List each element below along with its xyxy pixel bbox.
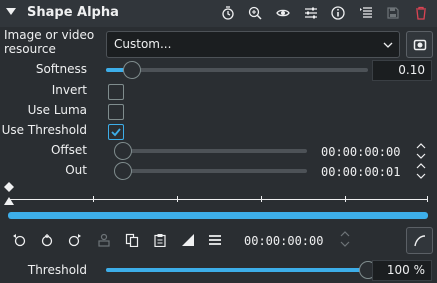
out-spin-icon[interactable]: [415, 161, 427, 181]
ruler-tick: [261, 196, 262, 202]
softness-handle[interactable]: [123, 61, 142, 79]
paste-icon[interactable]: [153, 233, 167, 247]
offset-handle[interactable]: [114, 142, 132, 160]
out-timecode[interactable]: 00:00:00:01: [321, 165, 400, 179]
ruler-tick: [345, 196, 346, 202]
save-icon[interactable]: [386, 6, 400, 20]
sliders-icon[interactable]: [304, 6, 318, 20]
mask-icon: [413, 39, 427, 51]
resource-combo-value: Custom...: [114, 37, 172, 51]
softness-value[interactable]: 0.10: [372, 60, 432, 81]
resource-combo[interactable]: Custom...: [106, 31, 400, 58]
previous-keyframe-icon[interactable]: [12, 233, 26, 247]
effect-header: Shape Alpha: [0, 0, 437, 27]
curve-icon: [414, 235, 426, 247]
add-keyframe-icon[interactable]: [40, 233, 54, 247]
curve-button[interactable]: [406, 227, 433, 254]
checkmark-icon: [111, 128, 121, 137]
copy-icon[interactable]: [125, 233, 139, 247]
info-icon[interactable]: [331, 6, 345, 20]
offset-spin-icon[interactable]: [415, 141, 427, 161]
threshold-label: Threshold: [27, 263, 87, 277]
keyframe-marker-icon[interactable]: [3, 181, 15, 193]
resource-options-button[interactable]: [406, 31, 433, 58]
ramp-icon[interactable]: [181, 233, 195, 247]
softness-label: Softness: [35, 62, 87, 76]
out-track[interactable]: [117, 169, 307, 173]
threshold-fill: [106, 268, 368, 272]
keyframe-timecode[interactable]: 00:00:00:00: [244, 234, 323, 248]
next-keyframe-icon[interactable]: [68, 233, 82, 247]
zoom-icon[interactable]: [248, 6, 262, 20]
playhead-icon[interactable]: [3, 196, 15, 206]
effect-title: Shape Alpha: [27, 5, 119, 20]
invert-checkbox[interactable]: [108, 84, 124, 100]
out-handle[interactable]: [114, 162, 132, 180]
offset-track[interactable]: [117, 149, 307, 153]
use-luma-label: Use Luma: [27, 103, 87, 117]
ruler-tick: [177, 196, 178, 202]
invert-label: Invert: [51, 83, 87, 97]
chevron-down-icon: [383, 42, 393, 48]
resource-label: Image or video resource: [4, 28, 95, 56]
trash-icon[interactable]: [414, 6, 428, 20]
keyframe-spin-icon[interactable]: [339, 229, 351, 249]
timer-icon[interactable]: [221, 6, 235, 20]
offset-label: Offset: [50, 143, 87, 157]
collapse-arrow-icon[interactable]: [6, 8, 16, 15]
lock-icon[interactable]: [97, 233, 111, 247]
ruler-tick: [427, 196, 428, 202]
offset-timecode[interactable]: 00:00:00:00: [321, 145, 400, 159]
threshold-value[interactable]: 100 %: [372, 260, 432, 281]
ruler-tick: [93, 196, 94, 202]
softness-track[interactable]: [106, 68, 368, 72]
eye-icon[interactable]: [276, 6, 290, 20]
out-label: Out: [65, 163, 87, 177]
effect-panel: Shape Alpha Image or video resource Cust…: [0, 0, 437, 283]
use-threshold-label: Use Threshold: [1, 123, 87, 137]
timeline-bar[interactable]: [8, 212, 428, 219]
menu-icon[interactable]: [208, 233, 222, 247]
list-icon[interactable]: [359, 6, 373, 20]
use-threshold-checkbox[interactable]: [108, 124, 124, 140]
use-luma-checkbox[interactable]: [108, 104, 124, 120]
timeline-ruler: [8, 199, 428, 200]
